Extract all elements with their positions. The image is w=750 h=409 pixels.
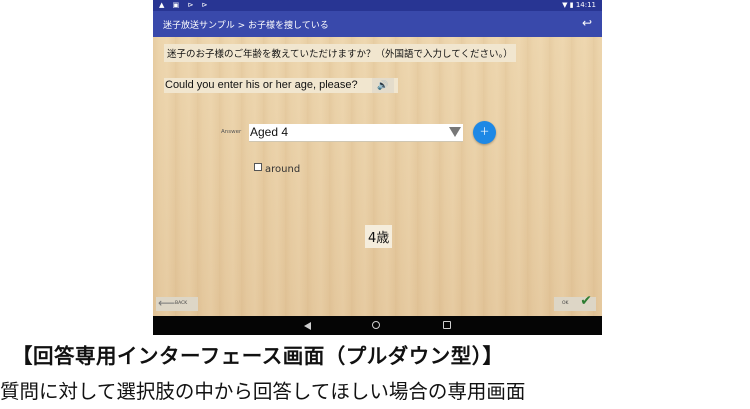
dropdown-caret-icon[interactable]: [449, 127, 461, 137]
status-bar: ▲ ▣ ⊳ ⊳ ▼ ▮ 14:11: [153, 0, 602, 11]
question-english-row: Could you enter his or her age, please? 🔊: [164, 78, 398, 93]
speaker-icon[interactable]: 🔊: [371, 78, 394, 93]
caption-title: 【回答専用インターフェース画面（プルダウン型）】: [12, 344, 504, 368]
status-right: ▼ ▮ 14:11: [562, 1, 596, 9]
back-button[interactable]: ⟵ BACK: [156, 296, 198, 311]
add-button[interactable]: ＋: [473, 121, 496, 144]
around-label: around: [265, 164, 301, 175]
app-bar: 迷子放送サンプル > お子様を捜している ↩: [153, 11, 602, 37]
check-icon: ✔: [580, 293, 592, 309]
android-nav-bar: [153, 316, 602, 335]
answer-selected-value: Aged 4: [250, 125, 289, 139]
around-checkbox[interactable]: [254, 163, 262, 171]
return-icon[interactable]: ↩: [582, 16, 592, 30]
nav-recents-icon[interactable]: [443, 321, 451, 329]
caption-subtitle: 質問に対して選択肢の中から回答してほしい場合の専用画面: [0, 380, 526, 403]
question-japanese: 迷子のお子様のご年齢を教えていただけますか？（外国語で入力してください。）: [164, 44, 516, 62]
nav-back-icon[interactable]: [304, 322, 311, 330]
nav-home-icon[interactable]: [372, 321, 380, 329]
tablet-screen: ▲ ▣ ⊳ ⊳ ▼ ▮ 14:11 迷子放送サンプル > お子様を捜している ↩…: [153, 0, 602, 335]
app-bar-title: 迷子放送サンプル > お子様を捜している: [163, 21, 329, 31]
ok-button-label: OK: [562, 301, 569, 306]
back-arrow-icon: ⟵: [158, 296, 176, 310]
ok-button[interactable]: OK ✔: [554, 293, 596, 311]
question-english: Could you enter his or her age, please?: [165, 79, 358, 91]
around-checkbox-row[interactable]: around: [254, 163, 300, 175]
back-button-label: BACK: [175, 301, 188, 306]
answer-dropdown[interactable]: Aged 4: [249, 124, 463, 142]
answer-label: Answer: [221, 129, 242, 135]
status-left-icons: ▲ ▣ ⊳ ⊳: [159, 1, 211, 9]
result-text: 4歳: [365, 225, 393, 248]
